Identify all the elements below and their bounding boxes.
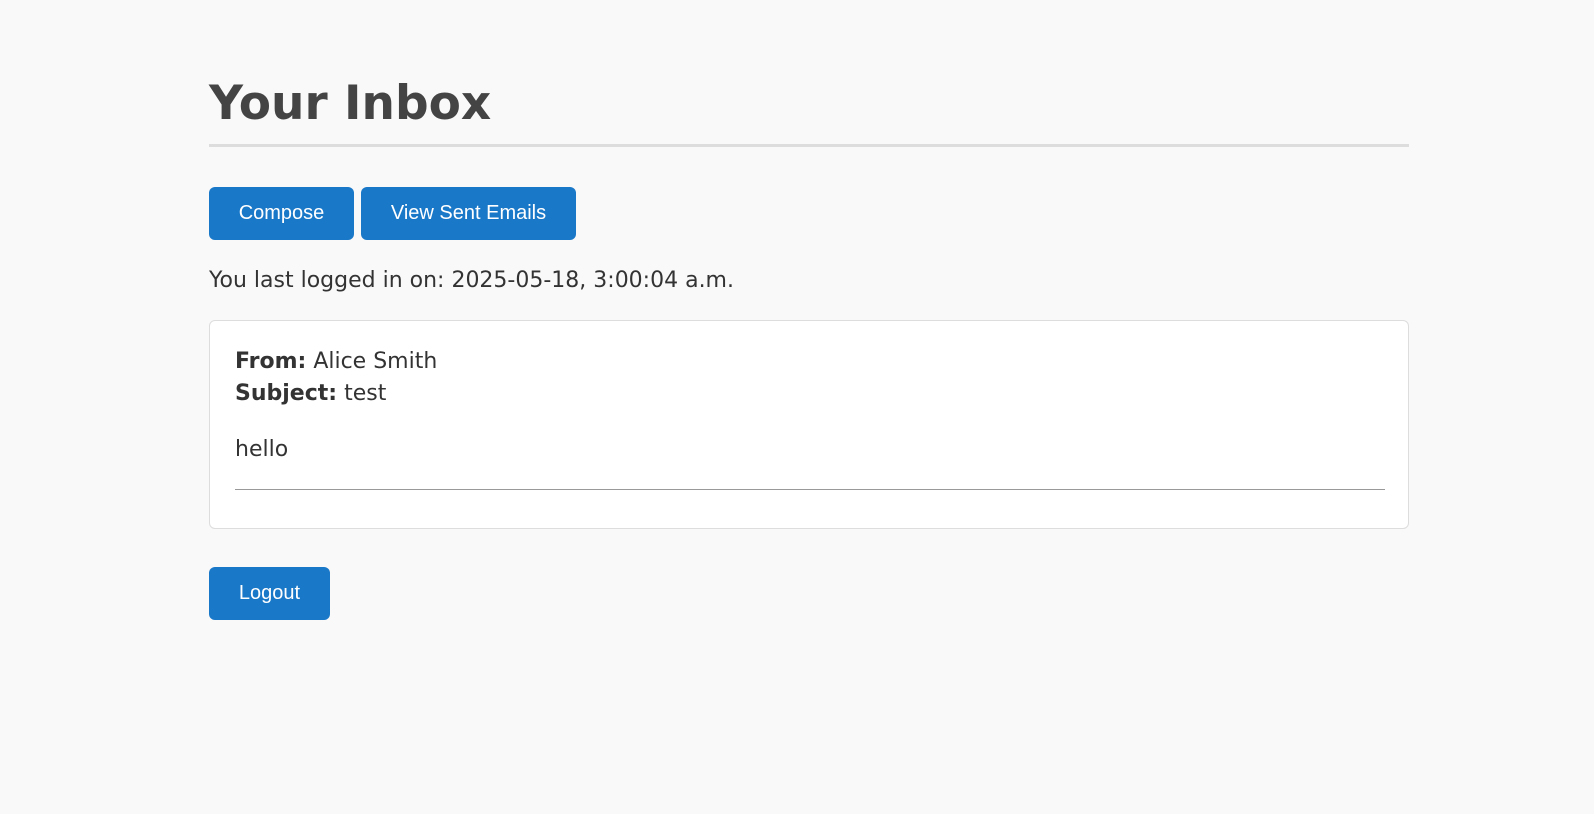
email-subject-label: Subject: (235, 381, 338, 406)
logout-button[interactable]: Logout (209, 567, 330, 620)
email-subject-line: Subject: test (235, 379, 386, 409)
email-from-line: From: Alice Smith (235, 347, 437, 377)
page-title: Your Inbox (209, 76, 492, 131)
email-from-value: Alice Smith (313, 349, 438, 374)
email-subject-value: test (344, 381, 387, 406)
last-login-text: You last logged in on: 2025-05-18, 3:00:… (209, 268, 734, 293)
title-divider (209, 144, 1409, 147)
email-card: From: Alice Smith Subject: test hello (209, 320, 1409, 529)
email-body: hello (235, 437, 289, 462)
email-divider (235, 489, 1385, 490)
email-from-label: From: (235, 349, 307, 374)
compose-button[interactable]: Compose (209, 187, 354, 240)
view-sent-emails-button[interactable]: View Sent Emails (361, 187, 576, 240)
